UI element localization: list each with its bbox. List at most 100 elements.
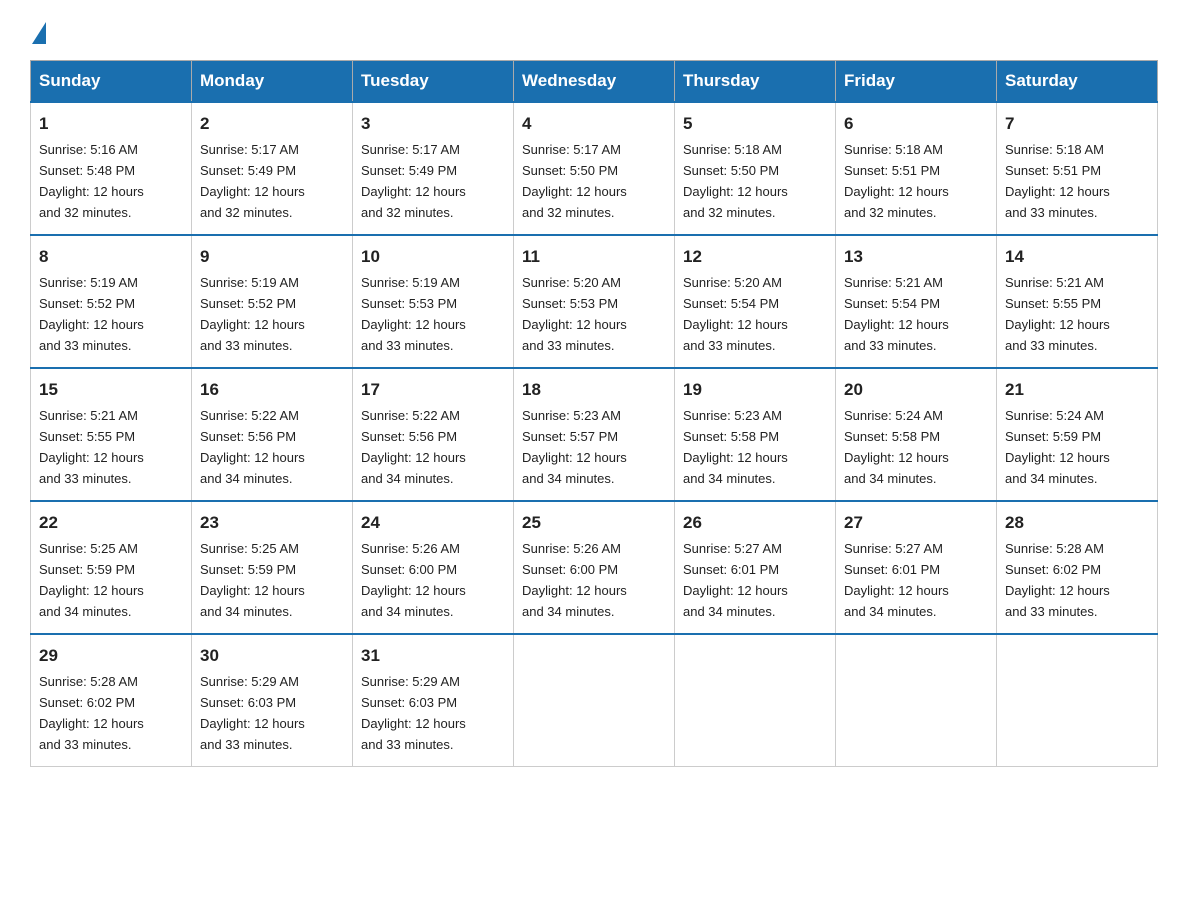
week-row-2: 8 Sunrise: 5:19 AMSunset: 5:52 PMDaylight… bbox=[31, 235, 1158, 368]
week-row-5: 29 Sunrise: 5:28 AMSunset: 6:02 PMDayligh… bbox=[31, 634, 1158, 767]
day-number: 23 bbox=[200, 510, 344, 536]
day-number: 22 bbox=[39, 510, 183, 536]
day-info: Sunrise: 5:16 AMSunset: 5:48 PMDaylight:… bbox=[39, 142, 144, 220]
header-friday: Friday bbox=[836, 61, 997, 103]
day-number: 18 bbox=[522, 377, 666, 403]
day-info: Sunrise: 5:25 AMSunset: 5:59 PMDaylight:… bbox=[200, 541, 305, 619]
week-row-1: 1 Sunrise: 5:16 AMSunset: 5:48 PMDaylight… bbox=[31, 102, 1158, 235]
calendar-cell: 7 Sunrise: 5:18 AMSunset: 5:51 PMDaylight… bbox=[997, 102, 1158, 235]
header-tuesday: Tuesday bbox=[353, 61, 514, 103]
day-info: Sunrise: 5:21 AMSunset: 5:55 PMDaylight:… bbox=[39, 408, 144, 486]
calendar-cell: 5 Sunrise: 5:18 AMSunset: 5:50 PMDaylight… bbox=[675, 102, 836, 235]
calendar-cell: 6 Sunrise: 5:18 AMSunset: 5:51 PMDaylight… bbox=[836, 102, 997, 235]
day-number: 28 bbox=[1005, 510, 1149, 536]
calendar-cell: 24 Sunrise: 5:26 AMSunset: 6:00 PMDayligh… bbox=[353, 501, 514, 634]
calendar-cell: 31 Sunrise: 5:29 AMSunset: 6:03 PMDayligh… bbox=[353, 634, 514, 767]
day-number: 10 bbox=[361, 244, 505, 270]
calendar-cell: 26Sunrise: 5:27 AMSunset: 6:01 PMDayligh… bbox=[675, 501, 836, 634]
logo-triangle-icon bbox=[32, 22, 46, 44]
calendar-cell: 30Sunrise: 5:29 AMSunset: 6:03 PMDayligh… bbox=[192, 634, 353, 767]
day-info: Sunrise: 5:28 AMSunset: 6:02 PMDaylight:… bbox=[1005, 541, 1110, 619]
day-info: Sunrise: 5:26 AMSunset: 6:00 PMDaylight:… bbox=[522, 541, 627, 619]
calendar-cell: 12 Sunrise: 5:20 AMSunset: 5:54 PMDayligh… bbox=[675, 235, 836, 368]
day-number: 27 bbox=[844, 510, 988, 536]
day-info: Sunrise: 5:23 AMSunset: 5:58 PMDaylight:… bbox=[683, 408, 788, 486]
calendar-header-row: SundayMondayTuesdayWednesdayThursdayFrid… bbox=[31, 61, 1158, 103]
calendar-cell: 19Sunrise: 5:23 AMSunset: 5:58 PMDayligh… bbox=[675, 368, 836, 501]
day-number: 7 bbox=[1005, 111, 1149, 137]
day-number: 13 bbox=[844, 244, 988, 270]
day-info: Sunrise: 5:24 AMSunset: 5:58 PMDaylight:… bbox=[844, 408, 949, 486]
day-info: Sunrise: 5:18 AMSunset: 5:50 PMDaylight:… bbox=[683, 142, 788, 220]
day-info: Sunrise: 5:27 AMSunset: 6:01 PMDaylight:… bbox=[844, 541, 949, 619]
day-number: 29 bbox=[39, 643, 183, 669]
calendar-cell: 23 Sunrise: 5:25 AMSunset: 5:59 PMDayligh… bbox=[192, 501, 353, 634]
day-number: 8 bbox=[39, 244, 183, 270]
day-number: 11 bbox=[522, 244, 666, 270]
header-wednesday: Wednesday bbox=[514, 61, 675, 103]
day-number: 21 bbox=[1005, 377, 1149, 403]
day-info: Sunrise: 5:20 AMSunset: 5:53 PMDaylight:… bbox=[522, 275, 627, 353]
day-number: 25 bbox=[522, 510, 666, 536]
day-info: Sunrise: 5:17 AMSunset: 5:49 PMDaylight:… bbox=[200, 142, 305, 220]
day-info: Sunrise: 5:29 AMSunset: 6:03 PMDaylight:… bbox=[361, 674, 466, 752]
day-info: Sunrise: 5:28 AMSunset: 6:02 PMDaylight:… bbox=[39, 674, 144, 752]
day-number: 2 bbox=[200, 111, 344, 137]
day-number: 4 bbox=[522, 111, 666, 137]
day-number: 15 bbox=[39, 377, 183, 403]
day-info: Sunrise: 5:17 AMSunset: 5:50 PMDaylight:… bbox=[522, 142, 627, 220]
week-row-4: 22 Sunrise: 5:25 AMSunset: 5:59 PMDayligh… bbox=[31, 501, 1158, 634]
calendar-cell: 2 Sunrise: 5:17 AMSunset: 5:49 PMDaylight… bbox=[192, 102, 353, 235]
day-number: 17 bbox=[361, 377, 505, 403]
week-row-3: 15 Sunrise: 5:21 AMSunset: 5:55 PMDayligh… bbox=[31, 368, 1158, 501]
day-number: 1 bbox=[39, 111, 183, 137]
calendar-cell: 16 Sunrise: 5:22 AMSunset: 5:56 PMDayligh… bbox=[192, 368, 353, 501]
calendar-table: SundayMondayTuesdayWednesdayThursdayFrid… bbox=[30, 60, 1158, 767]
calendar-cell: 20 Sunrise: 5:24 AMSunset: 5:58 PMDayligh… bbox=[836, 368, 997, 501]
day-info: Sunrise: 5:22 AMSunset: 5:56 PMDaylight:… bbox=[200, 408, 305, 486]
calendar-cell: 21 Sunrise: 5:24 AMSunset: 5:59 PMDayligh… bbox=[997, 368, 1158, 501]
day-info: Sunrise: 5:29 AMSunset: 6:03 PMDaylight:… bbox=[200, 674, 305, 752]
day-info: Sunrise: 5:18 AMSunset: 5:51 PMDaylight:… bbox=[844, 142, 949, 220]
day-number: 3 bbox=[361, 111, 505, 137]
calendar-cell bbox=[836, 634, 997, 767]
day-info: Sunrise: 5:21 AMSunset: 5:55 PMDaylight:… bbox=[1005, 275, 1110, 353]
calendar-cell: 22Sunrise: 5:25 AMSunset: 5:59 PMDayligh… bbox=[31, 501, 192, 634]
day-info: Sunrise: 5:19 AMSunset: 5:52 PMDaylight:… bbox=[200, 275, 305, 353]
calendar-cell: 3 Sunrise: 5:17 AMSunset: 5:49 PMDaylight… bbox=[353, 102, 514, 235]
day-info: Sunrise: 5:26 AMSunset: 6:00 PMDaylight:… bbox=[361, 541, 466, 619]
day-number: 20 bbox=[844, 377, 988, 403]
day-number: 9 bbox=[200, 244, 344, 270]
day-info: Sunrise: 5:17 AMSunset: 5:49 PMDaylight:… bbox=[361, 142, 466, 220]
day-number: 24 bbox=[361, 510, 505, 536]
calendar-cell: 25 Sunrise: 5:26 AMSunset: 6:00 PMDayligh… bbox=[514, 501, 675, 634]
calendar-cell: 1 Sunrise: 5:16 AMSunset: 5:48 PMDaylight… bbox=[31, 102, 192, 235]
header-saturday: Saturday bbox=[997, 61, 1158, 103]
calendar-cell: 10 Sunrise: 5:19 AMSunset: 5:53 PMDayligh… bbox=[353, 235, 514, 368]
calendar-cell: 9 Sunrise: 5:19 AMSunset: 5:52 PMDaylight… bbox=[192, 235, 353, 368]
calendar-cell: 27 Sunrise: 5:27 AMSunset: 6:01 PMDayligh… bbox=[836, 501, 997, 634]
header-monday: Monday bbox=[192, 61, 353, 103]
calendar-cell: 8 Sunrise: 5:19 AMSunset: 5:52 PMDaylight… bbox=[31, 235, 192, 368]
day-info: Sunrise: 5:19 AMSunset: 5:52 PMDaylight:… bbox=[39, 275, 144, 353]
day-info: Sunrise: 5:21 AMSunset: 5:54 PMDaylight:… bbox=[844, 275, 949, 353]
logo bbox=[30, 20, 48, 42]
calendar-cell: 11 Sunrise: 5:20 AMSunset: 5:53 PMDayligh… bbox=[514, 235, 675, 368]
day-info: Sunrise: 5:22 AMSunset: 5:56 PMDaylight:… bbox=[361, 408, 466, 486]
day-info: Sunrise: 5:20 AMSunset: 5:54 PMDaylight:… bbox=[683, 275, 788, 353]
calendar-cell: 28 Sunrise: 5:28 AMSunset: 6:02 PMDayligh… bbox=[997, 501, 1158, 634]
calendar-cell: 15 Sunrise: 5:21 AMSunset: 5:55 PMDayligh… bbox=[31, 368, 192, 501]
calendar-cell: 29 Sunrise: 5:28 AMSunset: 6:02 PMDayligh… bbox=[31, 634, 192, 767]
calendar-cell bbox=[514, 634, 675, 767]
calendar-cell: 14Sunrise: 5:21 AMSunset: 5:55 PMDayligh… bbox=[997, 235, 1158, 368]
day-info: Sunrise: 5:24 AMSunset: 5:59 PMDaylight:… bbox=[1005, 408, 1110, 486]
day-number: 31 bbox=[361, 643, 505, 669]
day-number: 5 bbox=[683, 111, 827, 137]
day-number: 12 bbox=[683, 244, 827, 270]
day-number: 16 bbox=[200, 377, 344, 403]
day-number: 26 bbox=[683, 510, 827, 536]
day-info: Sunrise: 5:18 AMSunset: 5:51 PMDaylight:… bbox=[1005, 142, 1110, 220]
calendar-cell bbox=[675, 634, 836, 767]
day-number: 6 bbox=[844, 111, 988, 137]
day-info: Sunrise: 5:19 AMSunset: 5:53 PMDaylight:… bbox=[361, 275, 466, 353]
